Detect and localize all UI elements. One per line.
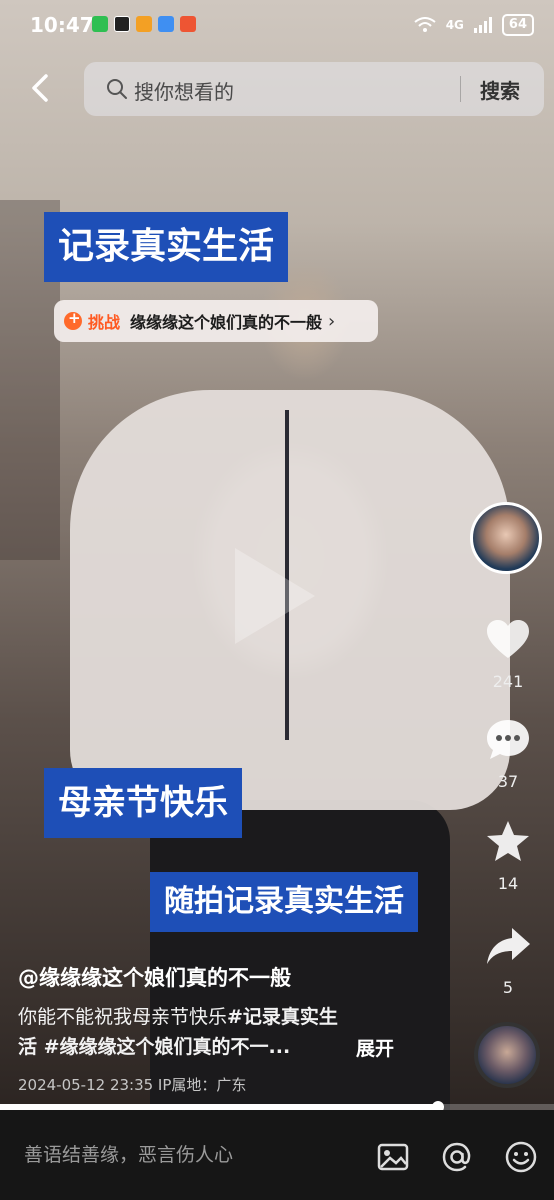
search-button[interactable]: 搜索 bbox=[480, 75, 520, 104]
wifi-icon bbox=[414, 17, 436, 32]
share-arrow-icon bbox=[487, 928, 530, 964]
battery-indicator: 64 bbox=[501, 14, 534, 36]
heart-icon bbox=[487, 620, 529, 658]
search-divider bbox=[460, 76, 461, 102]
video-caption-middle: 母亲节快乐 bbox=[44, 768, 242, 838]
video-subject-pants bbox=[150, 800, 450, 1110]
mention-icon[interactable] bbox=[440, 1140, 474, 1174]
status-time: 10:47 bbox=[30, 13, 94, 37]
comment-button[interactable]: 37 bbox=[478, 716, 538, 791]
like-button[interactable]: 241 bbox=[478, 616, 538, 691]
search-input[interactable]: 搜你想看的 bbox=[134, 76, 234, 105]
expand-button[interactable]: 展开 bbox=[356, 1034, 394, 1061]
video-caption-top: 记录真实生活 bbox=[44, 212, 289, 282]
wechat-icon bbox=[92, 16, 108, 32]
favorite-button[interactable]: 14 bbox=[478, 818, 538, 893]
browser-icon bbox=[158, 16, 174, 32]
app-notification-icon bbox=[180, 16, 196, 32]
favorite-count: 14 bbox=[497, 874, 519, 893]
play-icon[interactable] bbox=[235, 548, 315, 644]
chevron-right-icon: › bbox=[328, 310, 336, 332]
author-avatar[interactable] bbox=[470, 502, 542, 574]
comment-input[interactable]: 善语结善缘，恶言伤人心 bbox=[24, 1140, 233, 1167]
post-meta: 2024-05-12 23:35 IP属地：广东 bbox=[18, 1076, 247, 1094]
plus-circle-icon bbox=[64, 309, 82, 330]
image-icon[interactable] bbox=[376, 1140, 410, 1174]
share-count: 5 bbox=[502, 978, 514, 997]
comment-count: 37 bbox=[497, 772, 519, 791]
search-icon bbox=[107, 79, 127, 99]
status-bar: 10:47 4G 64 bbox=[0, 0, 554, 52]
description-text: 你能不能祝我母亲节快乐 bbox=[18, 1006, 228, 1028]
like-count: 241 bbox=[492, 672, 524, 691]
emoji-icon[interactable] bbox=[504, 1140, 538, 1174]
challenge-name: 缘缘缘这个娘们真的不一般 bbox=[130, 313, 323, 332]
music-disc[interactable] bbox=[474, 1022, 540, 1088]
hashtag-link[interactable]: #记录真实生 bbox=[227, 1006, 338, 1028]
comment-icon bbox=[487, 720, 529, 759]
signal-icon bbox=[473, 17, 492, 33]
chevron-left-icon bbox=[32, 74, 48, 102]
system-indicators: 4G 64 bbox=[414, 14, 534, 36]
challenge-pill[interactable]: 挑战 缘缘缘这个娘们真的不一般 › bbox=[54, 300, 378, 342]
author-name[interactable]: @缘缘缘这个娘们真的不一般 bbox=[18, 962, 291, 992]
qq-icon bbox=[114, 16, 130, 32]
notification-icons bbox=[92, 16, 196, 32]
back-button[interactable] bbox=[24, 70, 60, 106]
comment-bar: 善语结善缘，恶言伤人心 bbox=[0, 1110, 554, 1200]
share-button[interactable]: 5 bbox=[478, 922, 538, 997]
search-bar[interactable]: 搜你想看的 搜索 bbox=[84, 62, 544, 116]
network-type: 4G bbox=[445, 18, 464, 32]
app-notification-icon bbox=[136, 16, 152, 32]
hashtag-link[interactable]: 活 #缘缘缘这个娘们真的不一... bbox=[18, 1036, 290, 1058]
video-caption-bottom: 随拍记录真实生活 bbox=[150, 872, 418, 932]
post-description: 你能不能祝我母亲节快乐#记录真实生 活 #缘缘缘这个娘们真的不一... bbox=[18, 1002, 408, 1062]
challenge-tag: 挑战 bbox=[88, 313, 121, 332]
star-icon bbox=[487, 821, 529, 861]
